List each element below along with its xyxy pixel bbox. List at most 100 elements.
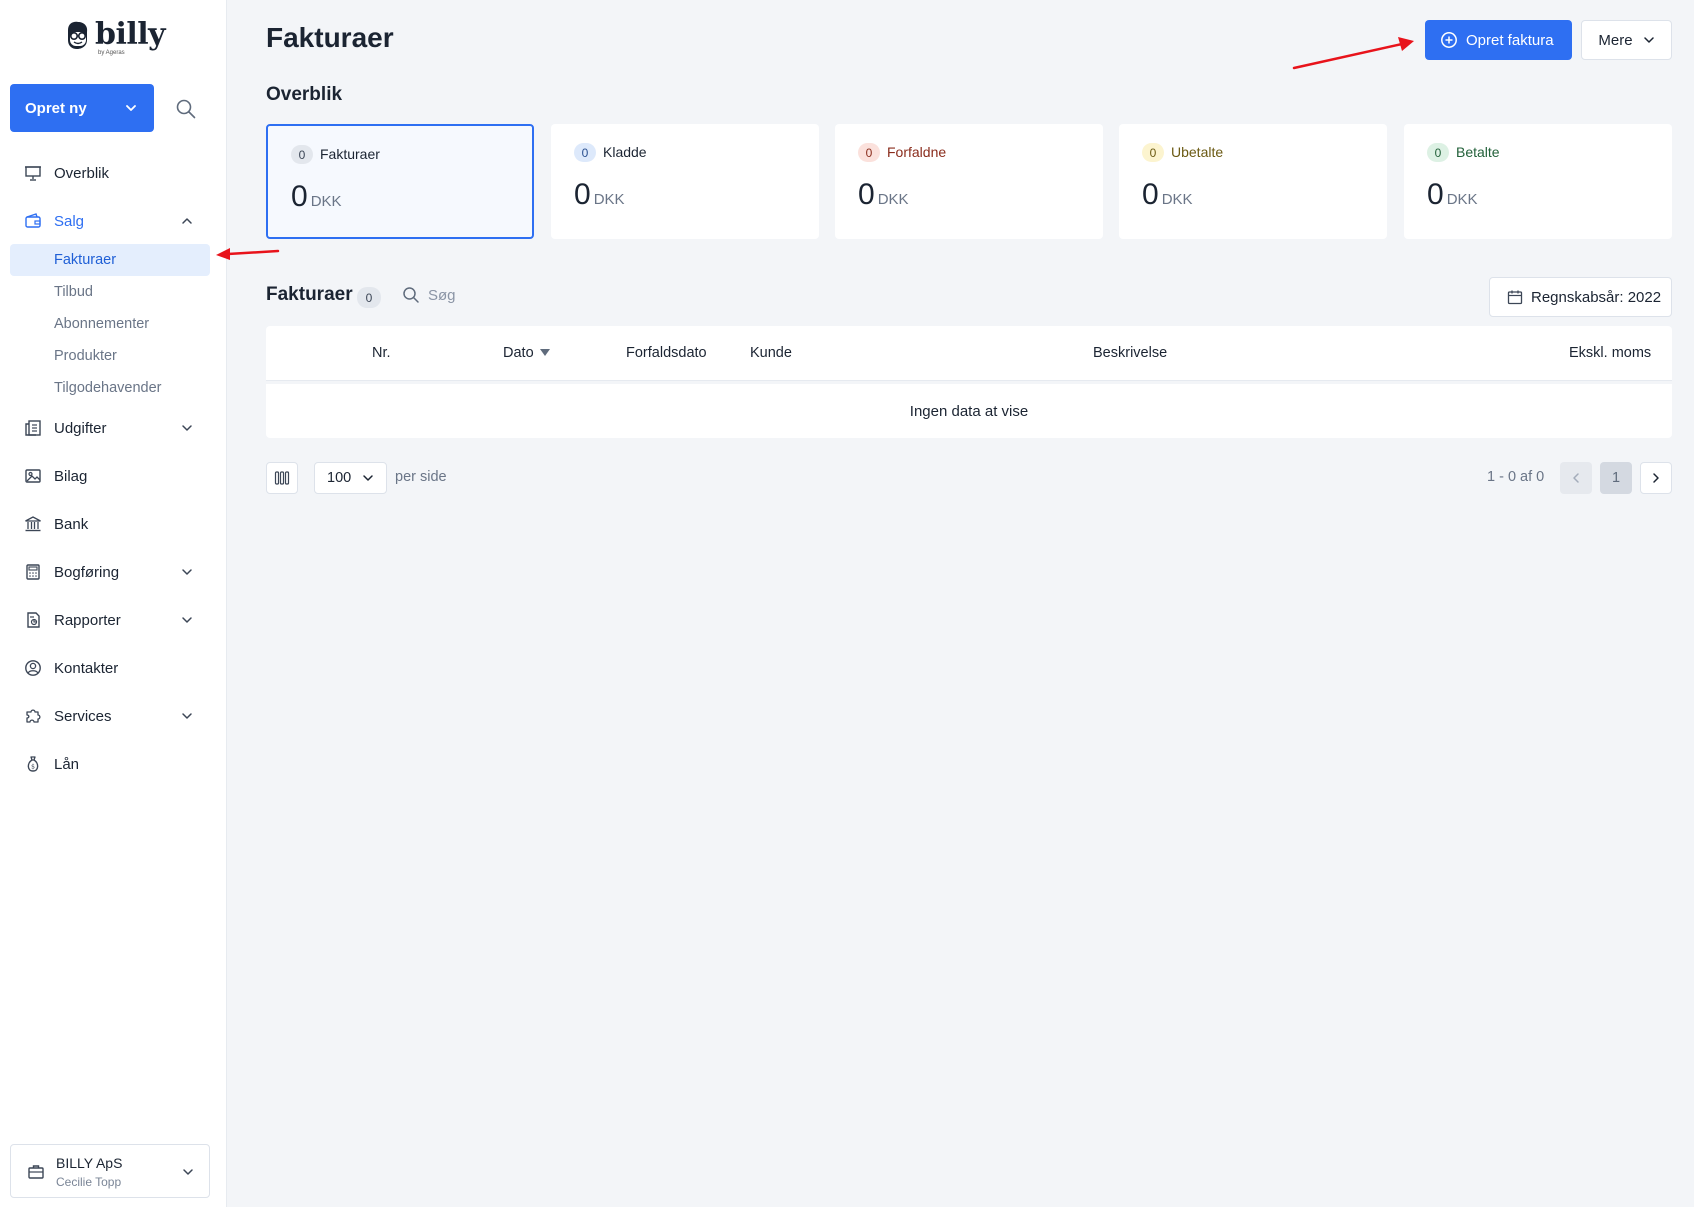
create-invoice-label: Opret faktura (1466, 31, 1554, 49)
amount-currency: DKK (310, 193, 342, 210)
column-header-forfaldsdato[interactable]: Forfaldsdato (626, 345, 707, 361)
presentation-icon (25, 166, 41, 181)
overview-title: Overblik (266, 84, 343, 105)
report-icon (27, 612, 40, 628)
sub-label: Produkter (54, 348, 117, 364)
amount-value: 0 (574, 178, 591, 211)
nav-item-kontakter[interactable]: Kontakter (10, 651, 210, 685)
nav-label: Salg (54, 212, 85, 230)
column-header-kunde[interactable]: Kunde (750, 345, 792, 361)
sub-label: Abonnementer (54, 316, 150, 332)
amount-currency: DKK (1161, 191, 1193, 208)
amount-value: 0 (1427, 178, 1444, 211)
summary-card-fakturaer[interactable]: 0 Fakturaer 0 DKK (266, 124, 534, 239)
nav-label: Udgifter (54, 419, 107, 437)
nav-item-bank[interactable]: Bank (10, 507, 210, 541)
create-new-button[interactable]: Opret ny (10, 84, 154, 132)
nav-label: Kontakter (54, 659, 119, 677)
card-label: Betalte (1456, 144, 1500, 160)
count-badge: 0 (1427, 143, 1449, 162)
amount-value: 0 (858, 178, 875, 211)
nav-label: Overblik (54, 164, 110, 182)
create-invoice-button[interactable]: Opret faktura (1425, 20, 1572, 60)
sort-desc-icon (539, 349, 550, 357)
summary-card-ubetalte[interactable]: 0 Ubetalte 0 DKK (1119, 124, 1387, 239)
briefcase-icon (28, 1165, 44, 1179)
invoice-list-title: Fakturaer (266, 284, 353, 305)
nav-item-udgifter[interactable]: Udgifter (10, 411, 210, 445)
nav-item-bogforing[interactable]: Bogføring (10, 555, 210, 589)
brand-sub: by Ageras (98, 50, 125, 56)
count-badge: 0 (858, 143, 880, 162)
receipts-icon (25, 420, 41, 436)
sidebar-item-fakturaer[interactable]: Fakturaer (10, 244, 210, 276)
fiscal-year-button[interactable]: Regnskabsår: 2022 (1489, 277, 1672, 317)
nav-item-lan[interactable]: $ Lån (10, 747, 210, 781)
column-header-beskrivelse[interactable]: Beskrivelse (1093, 345, 1167, 361)
column-header-dato[interactable]: Dato (503, 345, 550, 361)
per-page-select[interactable]: 100 (314, 462, 387, 494)
create-new-label: Opret ny (25, 99, 87, 117)
brand-name: billy (95, 17, 166, 52)
chevron-down-icon (363, 475, 373, 481)
column-header-ekskl-moms[interactable]: Ekskl. moms (1569, 345, 1651, 361)
chevron-down-icon (1643, 37, 1654, 43)
card-label: Ubetalte (1171, 144, 1224, 160)
search-icon[interactable] (175, 98, 197, 120)
next-page-button[interactable] (1640, 462, 1672, 494)
nav-label: Bilag (54, 467, 88, 485)
card-amount: 0 DKK (1427, 178, 1478, 212)
sub-label: Fakturaer (54, 252, 117, 268)
card-label: Fakturaer (320, 146, 380, 162)
column-settings-button[interactable] (266, 462, 298, 494)
nav-item-overblik[interactable]: Overblik (10, 156, 210, 190)
calendar-icon (1507, 290, 1523, 305)
calculator-icon (26, 564, 40, 580)
page-button-current[interactable]: 1 (1600, 462, 1632, 494)
card-label: Forfaldne (887, 144, 947, 160)
sub-label: Tilbud (54, 284, 93, 300)
nav-item-rapporter[interactable]: Rapporter (10, 603, 210, 637)
chevron-down-icon (182, 713, 192, 719)
brand-logo[interactable]: billy by Ageras (62, 17, 166, 56)
amount-currency: DKK (877, 191, 909, 208)
column-header-nr[interactable]: Nr. (372, 345, 391, 361)
sidebar-item-abonnementer[interactable]: Abonnementer (10, 308, 210, 340)
image-icon (25, 469, 41, 483)
columns-icon (274, 471, 290, 485)
invoice-search[interactable]: Søg (402, 286, 456, 304)
nav-item-services[interactable]: Services (10, 699, 210, 733)
summary-card-kladde[interactable]: 0 Kladde 0 DKK (551, 124, 819, 239)
count-badge: 0 (574, 143, 596, 162)
summary-card-forfaldne[interactable]: 0 Forfaldne 0 DKK (835, 124, 1103, 239)
table-empty-state: Ingen data at vise (266, 384, 1672, 438)
nav-item-bilag[interactable]: Bilag (10, 459, 210, 493)
sidebar-item-tilbud[interactable]: Tilbud (10, 276, 210, 308)
organization-switcher[interactable]: BILLY ApS Cecilie Topp (10, 1144, 210, 1198)
nav-label: Services (54, 707, 112, 725)
puzzle-icon (26, 709, 41, 723)
sub-label: Tilgodehavender (54, 380, 162, 396)
sidebar: billy by Ageras Opret ny Overblik Salg F… (0, 0, 227, 1207)
previous-page-button[interactable] (1560, 462, 1592, 494)
more-button[interactable]: Mere (1581, 20, 1672, 60)
count-badge: 0 (291, 145, 313, 164)
fiscal-year-label: Regnskabsår: 2022 (1531, 288, 1662, 306)
table-header: Nr. Dato Forfaldsdato Kunde Beskrivelse … (266, 326, 1672, 381)
chevron-down-icon (182, 617, 192, 623)
nav-label: Bank (54, 515, 89, 533)
invoice-count-badge: 0 (357, 287, 381, 308)
amount-currency: DKK (1446, 191, 1478, 208)
wallet-icon (25, 213, 41, 228)
nav-label: Bogføring (54, 563, 120, 581)
sidebar-item-produkter[interactable]: Produkter (10, 340, 210, 372)
nav-item-salg[interactable]: Salg (10, 204, 210, 238)
chevron-down-icon (182, 569, 192, 575)
card-amount: 0 DKK (1142, 178, 1193, 212)
sidebar-item-tilgodehavender[interactable]: Tilgodehavender (10, 372, 210, 404)
column-header-label: Dato (503, 345, 534, 361)
summary-card-betalte[interactable]: 0 Betalte 0 DKK (1404, 124, 1672, 239)
nav-label: Lån (54, 755, 80, 773)
billy-mascot-icon (68, 21, 88, 49)
amount-value: 0 (291, 180, 308, 213)
